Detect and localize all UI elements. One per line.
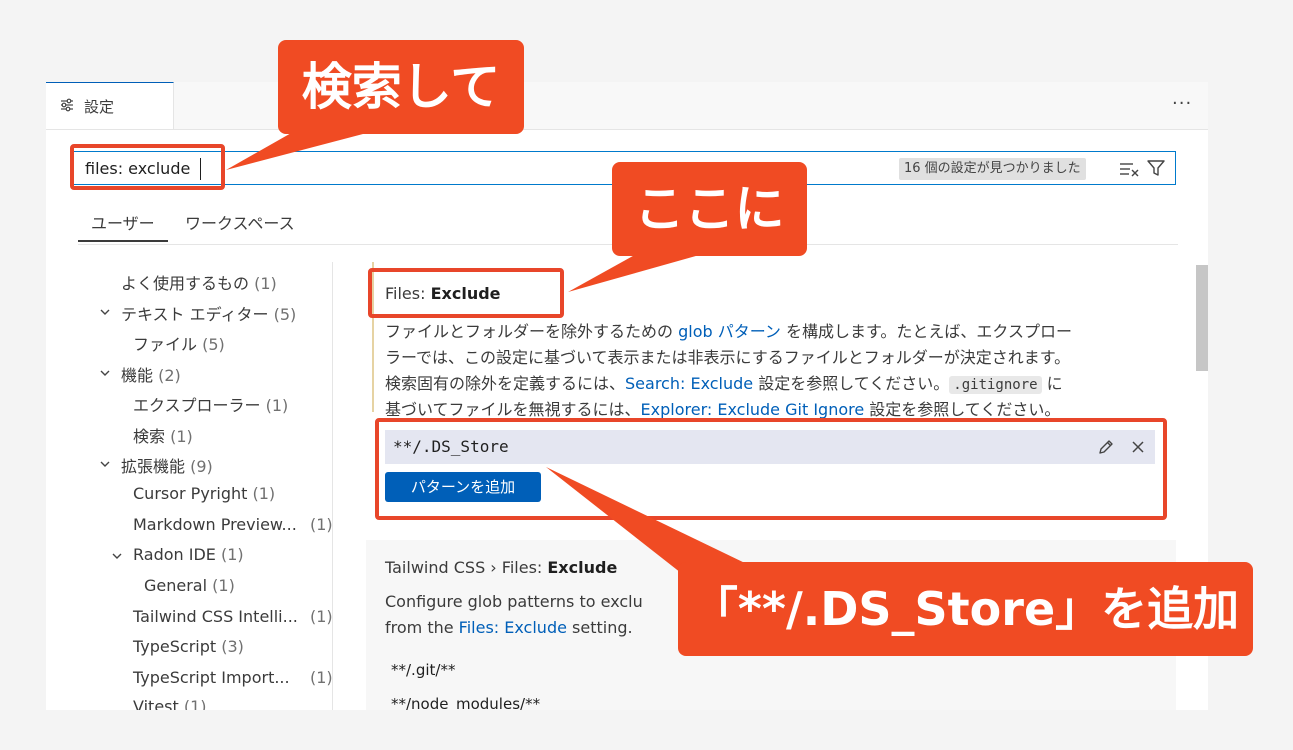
desc-text: setting. (566, 618, 633, 637)
toc-item-search[interactable]: 検索 (1) (133, 423, 193, 447)
toc-label: ファイル (133, 335, 198, 354)
setting-title: Tailwind CSS › Files: Exclude (385, 558, 617, 577)
clear-filter-icon[interactable] (1119, 160, 1139, 178)
explorer-exclude-git-ignore-link[interactable]: Explorer: Exclude Git Ignore (641, 400, 865, 419)
toc-count: (1) (220, 545, 244, 564)
desc-text: 基づいてファイルを無視するには、 (385, 400, 641, 419)
toc-label: TypeScript Import... (133, 668, 290, 687)
toc-item-cursor-pyright[interactable]: Cursor Pyright (1) (133, 484, 275, 503)
toc-count: (1) (254, 274, 277, 293)
desc-text: 設定を参照してください。 (864, 400, 1061, 419)
files-exclude-link[interactable]: Files: Exclude (459, 618, 567, 637)
toc-item-extensions[interactable]: 拡張機能 (9) (121, 453, 213, 477)
toc-item-features[interactable]: 機能 (2) (121, 362, 181, 386)
toc-count: (1) (212, 576, 235, 595)
toc-label: 検索 (133, 427, 166, 446)
toc-label: TypeScript (133, 637, 217, 656)
tab-workspace-scope[interactable]: ワークスペース (185, 210, 295, 234)
callout-search: 検索して (278, 40, 524, 134)
toc-label: 機能 (121, 366, 154, 385)
gitignore-code: .gitignore (949, 376, 1042, 394)
toc-label: よく使用するもの (121, 274, 250, 293)
desc-text: 検索固有の除外を定義するには、 (385, 374, 626, 393)
toc-item-typescript[interactable]: TypeScript (3) (133, 637, 244, 656)
chevron-down-icon[interactable] (100, 368, 110, 378)
settings-toc: よく使用するもの (1) テキスト エディター (5) ファイル (5) 機能 … (46, 262, 334, 710)
chevron-down-icon[interactable] (112, 551, 122, 561)
result-count-badge: 16 個の設定が見つかりました (899, 158, 1086, 180)
toc-item-explorer[interactable]: エクスプローラー (1) (133, 392, 288, 416)
toc-label: General (144, 576, 208, 595)
chevron-down-icon[interactable] (100, 307, 110, 317)
setting-description: ファイルとフォルダーを除外するための glob パターン を構成します。たとえば… (385, 318, 1072, 342)
settings-tab-label: 設定 (84, 98, 115, 116)
chevron-down-icon[interactable] (100, 459, 110, 469)
toc-item-text-editor[interactable]: テキスト エディター (5) (121, 301, 296, 325)
toc-label: エクスプローラー (133, 396, 261, 415)
setting-description: Configure glob patterns to exclu (385, 592, 643, 611)
toc-label: Markdown Preview... (133, 515, 297, 534)
setting-title-highlight-box (368, 268, 564, 318)
toc-label: テキスト エディター (121, 305, 269, 324)
toc-count: (1) (310, 515, 333, 534)
toc-count: (1) (310, 668, 333, 687)
tab-user-scope[interactable]: ユーザー (91, 210, 155, 234)
toc-label: Vitest (133, 697, 179, 710)
pattern-highlight-box (375, 418, 1167, 520)
callout-add: 「**/.DS_Store」を追加 (678, 562, 1253, 656)
toc-count: (1) (170, 427, 193, 446)
toc-count: (2) (158, 366, 181, 385)
toc-count: (5) (273, 305, 297, 324)
editor-tab-bar: 設定 ··· (46, 82, 1208, 130)
toc-label: Radon IDE (133, 545, 216, 564)
scrollbar-thumb[interactable] (1196, 265, 1208, 371)
settings-tab[interactable]: 設定 (46, 82, 174, 129)
toc-count: (1) (252, 484, 276, 503)
pattern-list-item[interactable]: **/node_modules/** (391, 695, 540, 710)
toc-label: Cursor Pyright (133, 484, 248, 503)
toc-count: (3) (221, 637, 244, 656)
toc-count: (1) (183, 697, 207, 710)
toc-count: (9) (190, 457, 213, 476)
filter-icon[interactable] (1147, 159, 1165, 177)
settings-sliders-icon (61, 98, 73, 112)
toc-count: (1) (265, 396, 289, 415)
search-highlight-box (70, 144, 225, 190)
desc-text: を構成します。たとえば、エクスプロー (780, 322, 1072, 341)
toc-label: Tailwind CSS Intelli... (133, 607, 298, 626)
toc-count: (5) (202, 335, 225, 354)
desc-text: に (1041, 374, 1063, 393)
toc-count: (1) (310, 607, 333, 626)
toc-item-typescript-import[interactable]: TypeScript Import... (133, 668, 290, 687)
glob-pattern-link[interactable]: glob パターン (678, 322, 781, 341)
active-tab-indicator (78, 240, 168, 242)
toc-label: 拡張機能 (121, 457, 186, 476)
toc-item-tailwind-css[interactable]: Tailwind CSS Intelli... (133, 607, 298, 626)
toc-item-files[interactable]: ファイル (5) (133, 331, 225, 355)
setting-description: 検索固有の除外を定義するには、Search: Exclude 設定を参照してくだ… (385, 370, 1063, 394)
pattern-list-item[interactable]: **/.git/** (391, 661, 455, 679)
toc-item-commonly-used[interactable]: よく使用するもの (1) (121, 270, 277, 294)
setting-description: from the Files: Exclude setting. (385, 618, 633, 637)
setting-description: ラーでは、この設定に基づいて表示または非表示にするファイルとフォルダーが決定され… (385, 348, 1071, 367)
callout-here: ここに (612, 162, 807, 256)
desc-text: from the (385, 618, 459, 637)
desc-text: 設定を参照してください。 (753, 374, 950, 393)
search-exclude-link[interactable]: Search: Exclude (625, 374, 753, 393)
setting-name: Exclude (547, 558, 618, 577)
toc-item-markdown-preview[interactable]: Markdown Preview... (133, 515, 297, 534)
toc-item-general[interactable]: General (1) (144, 576, 235, 595)
toc-item-radon-ide[interactable]: Radon IDE (1) (133, 545, 244, 564)
toc-item-vitest[interactable]: Vitest (1) (133, 697, 207, 710)
setting-category: Tailwind CSS › Files: (385, 558, 548, 577)
setting-description: 基づいてファイルを無視するには、Explorer: Exclude Git Ig… (385, 396, 1060, 420)
desc-text: ファイルとフォルダーを除外するための (385, 322, 679, 341)
more-actions-icon[interactable]: ··· (1172, 93, 1192, 114)
